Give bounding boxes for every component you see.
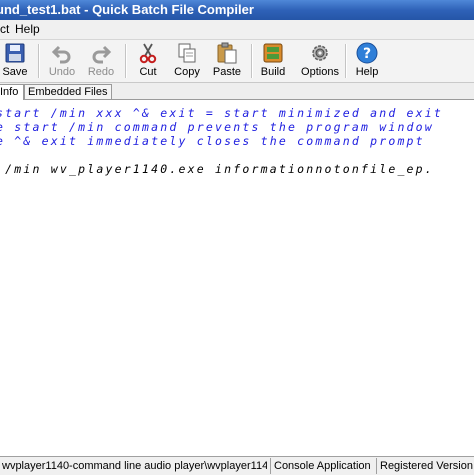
tab-info[interactable]: Info (0, 84, 24, 100)
redo-button[interactable]: Redo (82, 41, 120, 81)
help-icon: ? (356, 42, 378, 67)
editor-line: e ^& exit immediately closes the command… (0, 134, 425, 148)
tab-strip: Info Embedded Files (0, 83, 474, 100)
status-registration: Registered Version (376, 458, 474, 474)
build-button[interactable]: Build (254, 41, 292, 81)
tab-embedded-files[interactable]: Embedded Files (24, 84, 112, 99)
scissors-icon (137, 42, 159, 67)
status-app-type: Console Application (270, 458, 374, 474)
status-file-path: wvplayer1140-command line audio player\w… (2, 460, 267, 472)
save-icon (4, 42, 26, 67)
options-label: Options (301, 66, 339, 78)
help-label: Help (355, 66, 379, 78)
paste-label: Paste (212, 66, 242, 78)
save-button[interactable]: Save (0, 41, 34, 81)
copy-icon (176, 42, 198, 67)
paste-icon (216, 42, 238, 67)
tab-embedded-files-label: Embedded Files (28, 86, 108, 98)
gear-icon (309, 42, 331, 67)
status-bar: wvplayer1140-command line audio player\w… (0, 456, 474, 475)
options-button[interactable]: Options (301, 41, 339, 81)
code-editor[interactable]: start /min xxx ^& exit = start minimized… (0, 100, 474, 456)
redo-icon (90, 42, 112, 67)
undo-icon (51, 42, 73, 67)
menu-bar: ct Help (0, 20, 474, 40)
menu-item-project[interactable]: ct (0, 20, 11, 39)
save-label: Save (2, 66, 28, 78)
window-title: und_test1.bat - Quick Batch File Compile… (0, 2, 254, 17)
editor-line: start /min xxx ^& exit = start minimized… (0, 106, 444, 120)
build-icon (262, 42, 284, 67)
paste-button[interactable]: Paste (208, 41, 246, 81)
title-bar[interactable]: und_test1.bat - Quick Batch File Compile… (0, 0, 474, 20)
svg-text:?: ? (363, 46, 371, 62)
tab-info-label: Info (0, 86, 19, 98)
toolbar: Save Undo Redo Cut Copy Paste Build Opti… (0, 40, 474, 83)
editor-line: e start /min command prevents the progra… (0, 120, 434, 134)
menu-item-help[interactable]: Help (13, 20, 42, 39)
editor-line: /min wv_player1140.exe informationnotonf… (0, 162, 434, 176)
redo-label: Redo (87, 66, 115, 78)
help-button[interactable]: ? Help (348, 41, 386, 81)
copy-button[interactable]: Copy (168, 41, 206, 81)
build-label: Build (260, 66, 286, 78)
